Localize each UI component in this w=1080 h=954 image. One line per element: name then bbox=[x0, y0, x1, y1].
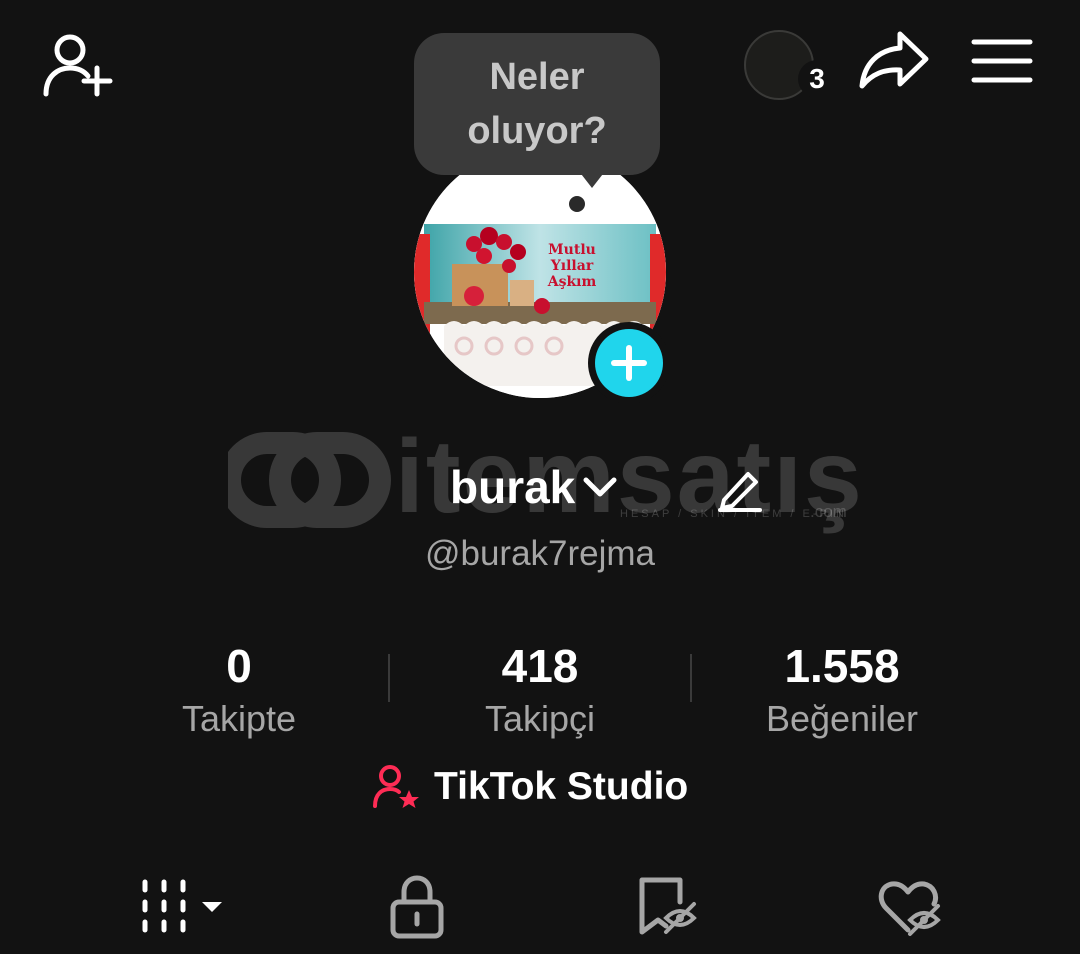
following-label: Takipte bbox=[181, 698, 297, 739]
tab-liked[interactable] bbox=[876, 872, 946, 942]
menu-button[interactable] bbox=[970, 38, 1034, 84]
bubble-dot bbox=[569, 196, 585, 212]
hamburger-menu-icon bbox=[971, 39, 1033, 83]
profile-name: burak bbox=[450, 461, 576, 513]
story-count-badge: 3 bbox=[798, 60, 836, 98]
bookmark-hidden-icon bbox=[639, 877, 697, 935]
liked-hidden-icon bbox=[878, 881, 941, 936]
following-stat[interactable]: 0 Takipte bbox=[89, 638, 389, 744]
account-switcher[interactable]: burak bbox=[450, 455, 617, 519]
likes-stat[interactable]: 1.558 Beğeniler bbox=[692, 638, 992, 744]
share-arrow-icon bbox=[859, 31, 929, 89]
status-bubble[interactable]: Neler oluyor? bbox=[414, 33, 660, 175]
lock-icon bbox=[390, 875, 444, 939]
avatar-caption-line-1: Mutlu bbox=[548, 242, 596, 258]
plus-icon bbox=[611, 345, 647, 381]
following-count: 0 bbox=[226, 640, 252, 692]
add-friend-button[interactable] bbox=[40, 32, 116, 100]
bubble-tail bbox=[578, 170, 606, 188]
followers-stat[interactable]: 418 Takipçi bbox=[390, 638, 690, 744]
chevron-down-icon bbox=[583, 477, 617, 497]
likes-count: 1.558 bbox=[784, 640, 900, 692]
add-story-circle bbox=[595, 329, 663, 397]
add-story-button[interactable] bbox=[588, 322, 670, 404]
person-plus-icon bbox=[43, 34, 113, 97]
watermark-domain: .com bbox=[810, 502, 847, 521]
status-bubble-text: Neler oluyor? bbox=[467, 56, 607, 152]
pencil-icon bbox=[718, 472, 762, 512]
videos-grid-icon bbox=[142, 879, 222, 933]
likes-label: Beğeniler bbox=[765, 698, 919, 739]
share-button[interactable] bbox=[856, 28, 932, 92]
avatar-caption-line-3: Aşkım bbox=[547, 274, 597, 290]
tab-favorites[interactable] bbox=[636, 872, 700, 942]
tab-videos[interactable] bbox=[140, 872, 230, 942]
tab-private[interactable] bbox=[388, 872, 448, 942]
followers-count: 418 bbox=[501, 640, 579, 692]
tiktok-studio-button[interactable]: TikTok Studio bbox=[372, 764, 688, 810]
avatar-caption-line-2: Yıllar bbox=[550, 258, 594, 274]
profile-handle: @burak7rejma bbox=[424, 534, 656, 573]
edit-profile-button[interactable] bbox=[716, 464, 764, 512]
creator-star-icon bbox=[373, 765, 419, 808]
followers-label: Takipçi bbox=[484, 698, 596, 739]
tiktok-studio-label: TikTok Studio bbox=[434, 765, 689, 808]
